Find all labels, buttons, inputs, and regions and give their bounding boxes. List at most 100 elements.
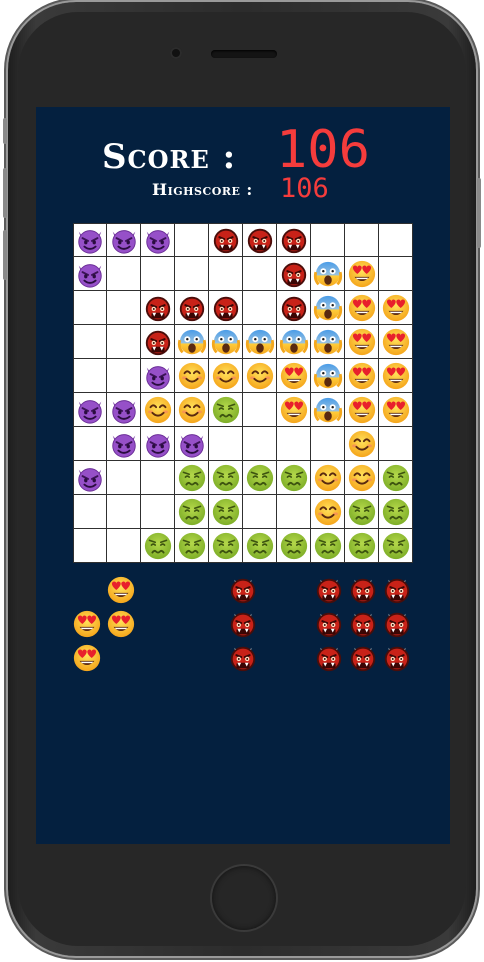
- board-cell[interactable]: [277, 359, 311, 393]
- piece-block[interactable]: [346, 573, 380, 607]
- board-cell[interactable]: [311, 359, 345, 393]
- board-cell[interactable]: [345, 257, 379, 291]
- board-cell[interactable]: [175, 461, 209, 495]
- board-cell[interactable]: [209, 461, 243, 495]
- piece-block[interactable]: [346, 641, 380, 675]
- board-cell[interactable]: [277, 223, 311, 257]
- board-cell[interactable]: [311, 495, 345, 529]
- piece-block[interactable]: [226, 573, 260, 607]
- board-cell[interactable]: [209, 495, 243, 529]
- board-cell[interactable]: [73, 325, 107, 359]
- board-cell[interactable]: [243, 291, 277, 325]
- board-cell[interactable]: [311, 291, 345, 325]
- board-cell[interactable]: [209, 257, 243, 291]
- board-cell[interactable]: [379, 359, 413, 393]
- board-cell[interactable]: [311, 461, 345, 495]
- board-cell[interactable]: [311, 427, 345, 461]
- piece-block[interactable]: [312, 641, 346, 675]
- board-cell[interactable]: [141, 257, 175, 291]
- board-cell[interactable]: [243, 359, 277, 393]
- board-cell[interactable]: [243, 427, 277, 461]
- board-cell[interactable]: [345, 529, 379, 563]
- board-cell[interactable]: [311, 393, 345, 427]
- board-cell[interactable]: [243, 529, 277, 563]
- board-cell[interactable]: [107, 393, 141, 427]
- board-cell[interactable]: [209, 291, 243, 325]
- game-board[interactable]: [73, 223, 413, 563]
- piece-block[interactable]: [380, 573, 414, 607]
- board-cell[interactable]: [107, 257, 141, 291]
- board-cell[interactable]: [175, 325, 209, 359]
- board-cell[interactable]: [141, 359, 175, 393]
- board-cell[interactable]: [379, 291, 413, 325]
- board-cell[interactable]: [175, 223, 209, 257]
- board-cell[interactable]: [277, 291, 311, 325]
- piece-slot-2[interactable]: [192, 573, 294, 675]
- board-cell[interactable]: [379, 529, 413, 563]
- board-cell[interactable]: [277, 495, 311, 529]
- board-cell[interactable]: [311, 325, 345, 359]
- board-cell[interactable]: [379, 461, 413, 495]
- board-cell[interactable]: [209, 529, 243, 563]
- board-cell[interactable]: [141, 495, 175, 529]
- board-cell[interactable]: [107, 291, 141, 325]
- board-cell[interactable]: [277, 427, 311, 461]
- board-cell[interactable]: [379, 393, 413, 427]
- board-cell[interactable]: [243, 393, 277, 427]
- board-cell[interactable]: [73, 291, 107, 325]
- board-cell[interactable]: [311, 257, 345, 291]
- board-cell[interactable]: [243, 223, 277, 257]
- piece-block[interactable]: [380, 607, 414, 641]
- board-cell[interactable]: [345, 291, 379, 325]
- board-cell[interactable]: [243, 495, 277, 529]
- board-cell[interactable]: [141, 529, 175, 563]
- board-cell[interactable]: [141, 325, 175, 359]
- board-cell[interactable]: [277, 461, 311, 495]
- board-cell[interactable]: [175, 291, 209, 325]
- board-cell[interactable]: [107, 359, 141, 393]
- board-cell[interactable]: [277, 393, 311, 427]
- board-cell[interactable]: [141, 223, 175, 257]
- board-cell[interactable]: [345, 495, 379, 529]
- board-cell[interactable]: [175, 393, 209, 427]
- piece-block[interactable]: [380, 641, 414, 675]
- board-cell[interactable]: [107, 461, 141, 495]
- board-cell[interactable]: [175, 427, 209, 461]
- board-cell[interactable]: [209, 359, 243, 393]
- piece-block[interactable]: [346, 607, 380, 641]
- board-cell[interactable]: [243, 461, 277, 495]
- board-cell[interactable]: [345, 359, 379, 393]
- board-cell[interactable]: [209, 325, 243, 359]
- board-cell[interactable]: [379, 223, 413, 257]
- board-cell[interactable]: [73, 427, 107, 461]
- board-cell[interactable]: [345, 325, 379, 359]
- board-cell[interactable]: [345, 461, 379, 495]
- board-cell[interactable]: [141, 427, 175, 461]
- piece-slot-3[interactable]: [312, 573, 414, 675]
- board-cell[interactable]: [243, 257, 277, 291]
- board-cell[interactable]: [379, 495, 413, 529]
- board-cell[interactable]: [345, 427, 379, 461]
- board-cell[interactable]: [107, 529, 141, 563]
- board-cell[interactable]: [209, 223, 243, 257]
- board-cell[interactable]: [379, 325, 413, 359]
- board-cell[interactable]: [107, 223, 141, 257]
- board-cell[interactable]: [175, 257, 209, 291]
- board-cell[interactable]: [141, 461, 175, 495]
- board-cell[interactable]: [311, 529, 345, 563]
- board-cell[interactable]: [141, 393, 175, 427]
- board-cell[interactable]: [107, 325, 141, 359]
- board-cell[interactable]: [141, 291, 175, 325]
- board-cell[interactable]: [175, 495, 209, 529]
- board-cell[interactable]: [73, 393, 107, 427]
- piece-block[interactable]: [312, 607, 346, 641]
- board-cell[interactable]: [345, 393, 379, 427]
- board-cell[interactable]: [107, 495, 141, 529]
- board-cell[interactable]: [107, 427, 141, 461]
- piece-block[interactable]: [104, 607, 138, 641]
- piece-block[interactable]: [226, 641, 260, 675]
- board-cell[interactable]: [73, 223, 107, 257]
- board-cell[interactable]: [73, 495, 107, 529]
- board-cell[interactable]: [345, 223, 379, 257]
- board-cell[interactable]: [73, 461, 107, 495]
